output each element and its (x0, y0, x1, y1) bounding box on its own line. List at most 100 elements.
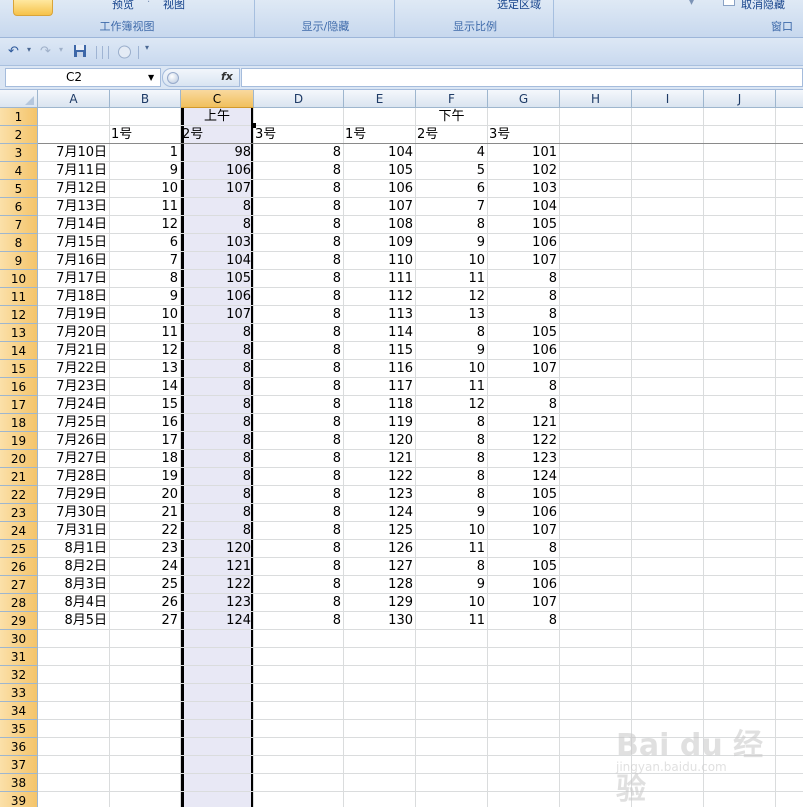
cell-b15[interactable]: 13 (110, 360, 180, 378)
cell-c17[interactable]: 8 (181, 396, 253, 414)
cell-b2[interactable]: 1号 (110, 126, 180, 144)
cell-e24[interactable]: 125 (344, 522, 415, 540)
save-icon[interactable] (73, 44, 87, 60)
undo-icon[interactable]: ↶ (8, 44, 19, 60)
column-header-h[interactable]: H (560, 90, 632, 108)
zoom-to-selection-button[interactable]: 选定区域 (497, 0, 541, 11)
row-header-13[interactable]: 13 (0, 324, 38, 342)
cell-f7[interactable]: 8 (416, 216, 487, 234)
cell-a4[interactable]: 7月11日 (38, 162, 109, 180)
row-header-31[interactable]: 31 (0, 648, 38, 666)
cell-g22[interactable]: 105 (488, 486, 559, 504)
column-header-f[interactable]: F (416, 90, 488, 108)
cell-g18[interactable]: 121 (488, 414, 559, 432)
cell-a7[interactable]: 7月14日 (38, 216, 109, 234)
cell-b28[interactable]: 26 (110, 594, 180, 612)
cell-g17[interactable]: 8 (488, 396, 559, 414)
column-header-g[interactable]: G (488, 90, 560, 108)
cell-f24[interactable]: 10 (416, 522, 487, 540)
cell-f1[interactable]: 下午 (416, 108, 487, 126)
row-header-18[interactable]: 18 (0, 414, 38, 432)
cell-e14[interactable]: 115 (344, 342, 415, 360)
cell-d3[interactable]: 8 (254, 144, 343, 162)
cell-d14[interactable]: 8 (254, 342, 343, 360)
cell-c29[interactable]: 124 (181, 612, 253, 630)
cell-f20[interactable]: 8 (416, 450, 487, 468)
cell-e18[interactable]: 119 (344, 414, 415, 432)
cell-a18[interactable]: 7月25日 (38, 414, 109, 432)
cell-a10[interactable]: 7月17日 (38, 270, 109, 288)
cell-b3[interactable]: 1 (110, 144, 180, 162)
cell-c20[interactable]: 8 (181, 450, 253, 468)
cell-f28[interactable]: 10 (416, 594, 487, 612)
cell-b14[interactable]: 12 (110, 342, 180, 360)
cell-g27[interactable]: 106 (488, 576, 559, 594)
cell-a14[interactable]: 7月21日 (38, 342, 109, 360)
cell-f3[interactable]: 4 (416, 144, 487, 162)
cell-g21[interactable]: 124 (488, 468, 559, 486)
cell-f5[interactable]: 6 (416, 180, 487, 198)
row-header-28[interactable]: 28 (0, 594, 38, 612)
cell-b26[interactable]: 24 (110, 558, 180, 576)
row-header-24[interactable]: 24 (0, 522, 38, 540)
row-header-17[interactable]: 17 (0, 396, 38, 414)
row-header-22[interactable]: 22 (0, 486, 38, 504)
cell-a16[interactable]: 7月23日 (38, 378, 109, 396)
cell-a6[interactable]: 7月13日 (38, 198, 109, 216)
cell-c23[interactable]: 8 (181, 504, 253, 522)
cell-f9[interactable]: 10 (416, 252, 487, 270)
unhide-button[interactable]: 取消隐藏 (741, 0, 785, 11)
cell-a22[interactable]: 7月29日 (38, 486, 109, 504)
cell-b16[interactable]: 14 (110, 378, 180, 396)
normal-view-icon[interactable] (13, 0, 53, 16)
cell-a15[interactable]: 7月22日 (38, 360, 109, 378)
cell-g25[interactable]: 8 (488, 540, 559, 558)
cell-a27[interactable]: 8月3日 (38, 576, 109, 594)
cell-e25[interactable]: 126 (344, 540, 415, 558)
cell-d15[interactable]: 8 (254, 360, 343, 378)
cell-a29[interactable]: 8月5日 (38, 612, 109, 630)
cancel-oval-icon[interactable] (167, 72, 179, 84)
row-header-34[interactable]: 34 (0, 702, 38, 720)
cell-b4[interactable]: 9 (110, 162, 180, 180)
cell-c14[interactable]: 8 (181, 342, 253, 360)
cell-f10[interactable]: 11 (416, 270, 487, 288)
cell-b23[interactable]: 21 (110, 504, 180, 522)
cell-b29[interactable]: 27 (110, 612, 180, 630)
row-header-16[interactable]: 16 (0, 378, 38, 396)
cell-g14[interactable]: 106 (488, 342, 559, 360)
row-header-8[interactable]: 8 (0, 234, 38, 252)
row-header-19[interactable]: 19 (0, 432, 38, 450)
cell-a21[interactable]: 7月28日 (38, 468, 109, 486)
worksheet-grid[interactable]: ABCDEFGHIJ 1 2 3 4 5 6 7 8 9 10 11 12 13 14 15 16 17 18 19… (0, 90, 803, 807)
cell-e11[interactable]: 112 (344, 288, 415, 306)
cell-g16[interactable]: 8 (488, 378, 559, 396)
cell-d22[interactable]: 8 (254, 486, 343, 504)
cell-g10[interactable]: 8 (488, 270, 559, 288)
row-header-7[interactable]: 7 (0, 216, 38, 234)
row-header-1[interactable]: 1 (0, 108, 38, 126)
redo-dropdown-icon[interactable]: ▾ (59, 45, 63, 54)
cell-g8[interactable]: 106 (488, 234, 559, 252)
cell-e29[interactable]: 130 (344, 612, 415, 630)
insert-function-icon[interactable]: fx (221, 70, 233, 83)
cell-f26[interactable]: 8 (416, 558, 487, 576)
column-header-d[interactable]: D (254, 90, 344, 108)
cell-c8[interactable]: 103 (181, 234, 253, 252)
cell-c2[interactable]: 2号 (181, 126, 253, 144)
column-header-e[interactable]: E (344, 90, 416, 108)
cell-g19[interactable]: 122 (488, 432, 559, 450)
cell-b22[interactable]: 20 (110, 486, 180, 504)
cell-c22[interactable]: 8 (181, 486, 253, 504)
cell-e4[interactable]: 105 (344, 162, 415, 180)
row-header-4[interactable]: 4 (0, 162, 38, 180)
cell-d17[interactable]: 8 (254, 396, 343, 414)
row-header-9[interactable]: 9 (0, 252, 38, 270)
cell-e12[interactable]: 113 (344, 306, 415, 324)
row-header-35[interactable]: 35 (0, 720, 38, 738)
cell-g26[interactable]: 105 (488, 558, 559, 576)
cell-c25[interactable]: 120 (181, 540, 253, 558)
cell-g28[interactable]: 107 (488, 594, 559, 612)
cell-a5[interactable]: 7月12日 (38, 180, 109, 198)
cell-f21[interactable]: 8 (416, 468, 487, 486)
